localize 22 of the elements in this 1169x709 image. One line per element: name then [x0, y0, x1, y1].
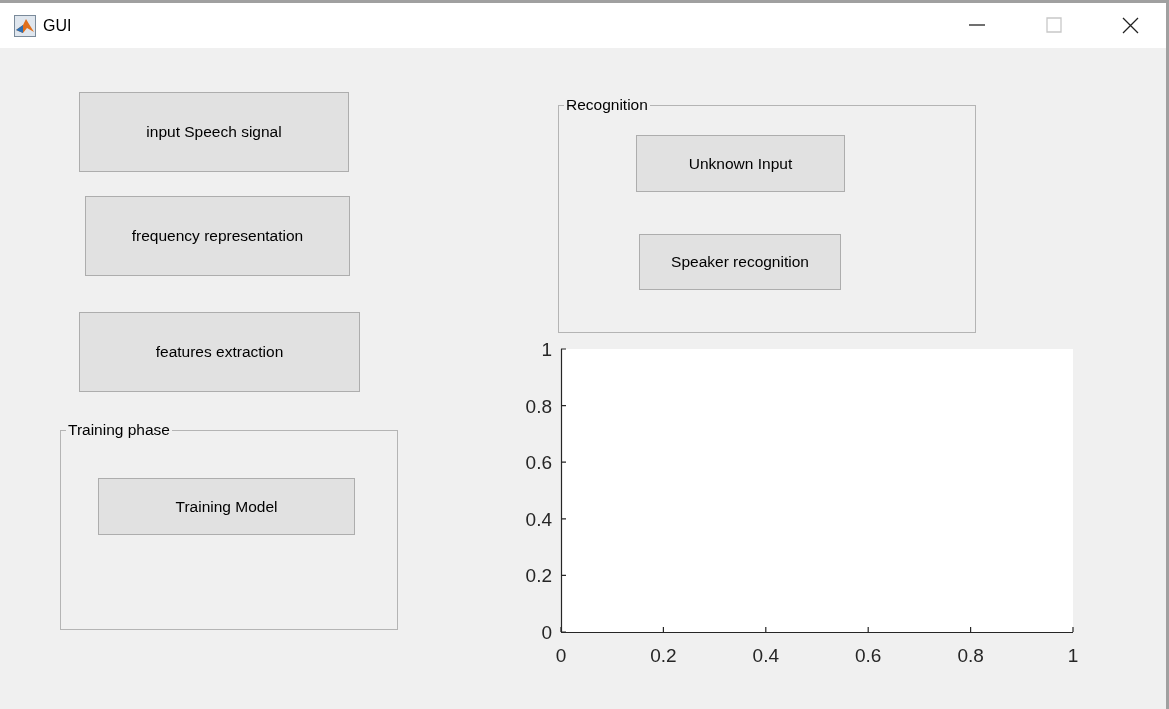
button[interactable]: features extraction	[79, 312, 360, 392]
tick-label: 0.6	[855, 645, 882, 666]
tick-label: 0	[541, 622, 552, 643]
tick-label: 1	[541, 339, 552, 360]
tick-label: 0.6	[525, 452, 552, 474]
panel-title: Recognition	[564, 96, 650, 114]
tick-label: 0.2	[525, 565, 552, 587]
tick-label: 0.4	[752, 645, 779, 666]
panel-title: Training phase	[66, 421, 172, 439]
button[interactable]: frequency representation	[85, 196, 350, 276]
tick-label: 0.8	[957, 645, 984, 666]
window-title: GUI	[43, 16, 73, 35]
button[interactable]: Training Model	[98, 478, 355, 535]
button[interactable]: Unknown Input	[636, 135, 845, 192]
button[interactable]: Speaker recognition	[639, 234, 841, 290]
tick-label: 0.4	[525, 508, 552, 530]
button[interactable]: input Speech signal	[79, 92, 349, 172]
tick-label: 0.2	[650, 645, 677, 666]
tick-label: 0.8	[525, 395, 552, 417]
tick-label: 0	[555, 645, 567, 666]
app-icon	[14, 14, 36, 37]
tick-label: 1	[1067, 645, 1079, 666]
